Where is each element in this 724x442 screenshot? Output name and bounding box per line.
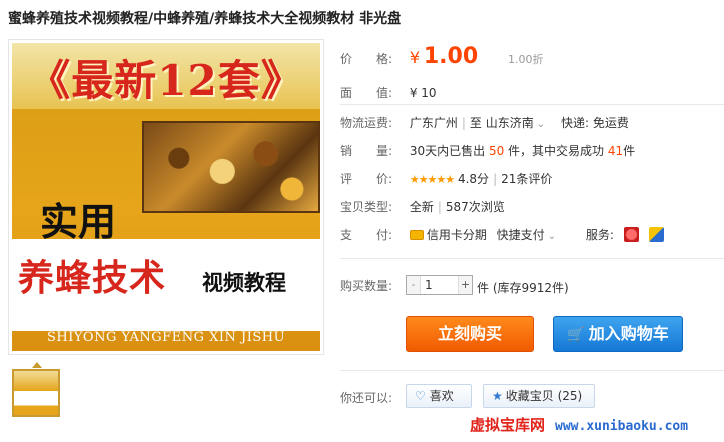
sales-prefix: 30天内已售出 bbox=[409, 144, 486, 158]
shipping-from: 广东广州 bbox=[409, 116, 458, 130]
shipping-destination-select[interactable]: 山东济南 bbox=[486, 116, 534, 130]
shipping-row: 物流运费: 广东广州 | 至 山东济南 ⌄ 快递: 免运费 bbox=[340, 116, 629, 130]
quantity-plus-button[interactable]: + bbox=[458, 276, 472, 294]
payment-row: 支 付: 信用卡分期 快捷支付 ⌄ 服务: bbox=[340, 226, 664, 243]
divider bbox=[340, 370, 724, 371]
cover-main-title: 养蜂技术 bbox=[18, 258, 167, 299]
item-views: 587次浏览 bbox=[445, 200, 505, 214]
sales-row: 销 量: 30天内已售出 50 件，其中交易成功 41件 bbox=[340, 142, 635, 159]
product-main-image[interactable]: 《最新12套》 实用 养蜂技术 视频教程 SHIYONG YANGFENG XI… bbox=[8, 39, 324, 355]
rating-reviews-link[interactable]: 21条评价 bbox=[501, 172, 552, 186]
cart-icon: 🛒 bbox=[567, 327, 585, 343]
credit-card-icon bbox=[409, 230, 424, 240]
product-title: 蜜蜂养殖技术视频教程/中蜂养殖/养蜂技术大全视频教材 非光盘 bbox=[8, 11, 402, 27]
shipping-label: 物流运费: bbox=[340, 116, 393, 130]
price-label: 价 格: bbox=[340, 52, 393, 66]
watermark-url: www.xunibaoku.com bbox=[555, 419, 689, 434]
rating-stars-icon: ★★★★★ bbox=[409, 173, 455, 186]
item-type-label: 宝贝类型: bbox=[340, 200, 393, 214]
payment-quick-pay[interactable]: 快捷支付 bbox=[497, 228, 545, 242]
rating-score: 4.8分 bbox=[457, 172, 490, 186]
product-cover-art: 《最新12套》 实用 养蜂技术 视频教程 SHIYONG YANGFENG XI… bbox=[12, 43, 320, 351]
item-condition: 全新 bbox=[409, 200, 434, 214]
quantity-input[interactable]: 1 bbox=[423, 276, 457, 294]
price-currency: ¥ bbox=[409, 48, 421, 67]
star-icon: ★ bbox=[492, 389, 503, 403]
sales-success-count: 41 bbox=[607, 144, 624, 158]
quantity-label: 购买数量: bbox=[340, 279, 393, 293]
quantity-row: 购买数量: bbox=[340, 277, 406, 294]
add-to-cart-label: 加入购物车 bbox=[588, 324, 669, 343]
quantity-minus-button[interactable]: - bbox=[407, 276, 421, 294]
sales-suffix: 件 bbox=[623, 144, 636, 158]
stock-info: 件 (库存9912件) bbox=[477, 281, 569, 295]
price-discount: 1.00折 bbox=[507, 53, 544, 66]
chevron-down-icon[interactable]: ⌄ bbox=[537, 119, 545, 130]
payment-credit-installment[interactable]: 信用卡分期 bbox=[427, 228, 487, 242]
face-value-row: 面 值: ¥ 10 bbox=[340, 84, 437, 101]
buy-now-button[interactable]: 立刻购买 bbox=[406, 316, 534, 352]
social-row: 你还可以: bbox=[340, 389, 406, 406]
favorite-button[interactable]: ★ 收藏宝贝 (25) bbox=[483, 384, 595, 408]
price-row: 价 格: ¥ 1.00 1.00折 bbox=[340, 44, 543, 69]
payment-label: 支 付: bbox=[340, 228, 393, 242]
chevron-down-icon[interactable]: ⌄ bbox=[548, 231, 556, 242]
add-to-cart-button[interactable]: 🛒 加入购物车 bbox=[553, 316, 683, 352]
shipping-to-word: 至 bbox=[469, 116, 482, 130]
service-badge-icon[interactable] bbox=[648, 227, 664, 242]
divider bbox=[340, 104, 724, 105]
product-thumbnail[interactable] bbox=[12, 369, 60, 417]
sales-mid: 件，其中交易成功 bbox=[508, 144, 605, 158]
favorite-label: 收藏宝贝 (25) bbox=[505, 389, 583, 403]
rating-label: 评 价: bbox=[340, 172, 393, 186]
shipping-fee: 快递: 免运费 bbox=[560, 116, 629, 130]
divider bbox=[340, 258, 724, 259]
face-value: ¥ 10 bbox=[409, 86, 437, 100]
rating-row: 评 价: ★★★★★ 4.8分 | 21条评价 bbox=[340, 172, 553, 186]
face-value-label: 面 值: bbox=[340, 86, 393, 100]
like-label: 喜欢 bbox=[429, 389, 454, 403]
sales-sold-count: 50 bbox=[488, 144, 505, 158]
sales-label: 销 量: bbox=[340, 144, 393, 158]
quantity-stepper[interactable]: - 1 + bbox=[406, 275, 473, 295]
heart-icon: ♡ bbox=[415, 389, 426, 403]
item-type-row: 宝贝类型: 全新 | 587次浏览 bbox=[340, 200, 505, 214]
cover-sub-title: 视频教程 bbox=[202, 271, 286, 295]
cover-shiyong: 实用 bbox=[40, 200, 117, 244]
service-label: 服务: bbox=[585, 228, 614, 242]
watermark-text: 虚拟宝库网 bbox=[470, 416, 546, 434]
honeycomb-photo bbox=[142, 121, 320, 213]
cover-pinyin: SHIYONG YANGFENG XIN JISHU bbox=[46, 330, 286, 345]
price-value: 1.00 bbox=[423, 44, 479, 69]
cover-headline: 《最新12套》 bbox=[28, 56, 304, 105]
social-label: 你还可以: bbox=[340, 391, 393, 405]
like-button[interactable]: ♡ 喜欢 bbox=[406, 384, 472, 408]
heart-guarantee-icon[interactable] bbox=[623, 227, 639, 242]
site-watermark: 虚拟宝库网 www.xunibaoku.com bbox=[470, 414, 688, 435]
thumbnail-pointer-icon bbox=[32, 362, 42, 368]
